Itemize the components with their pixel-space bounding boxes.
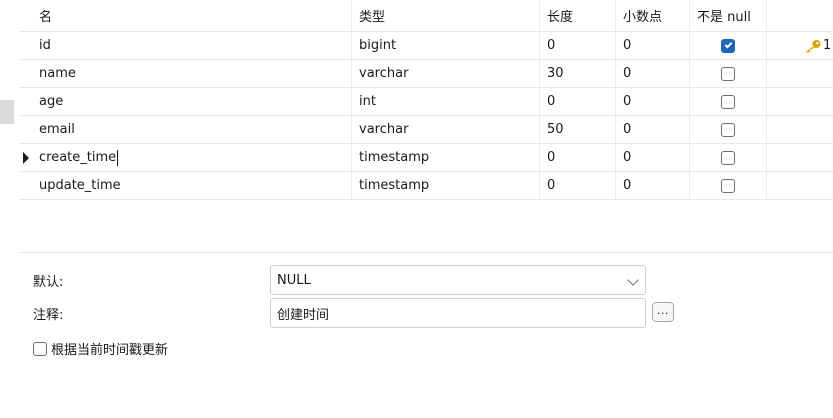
field-name-cell[interactable]: id bbox=[32, 32, 352, 59]
key-cell bbox=[767, 88, 833, 115]
field-type-cell[interactable]: varchar bbox=[352, 60, 540, 87]
field-type-cell[interactable]: timestamp bbox=[352, 144, 540, 171]
update-on-current-label[interactable]: 根据当前时间戳更新 bbox=[51, 339, 168, 358]
row-marker bbox=[20, 32, 32, 59]
field-type-cell[interactable]: varchar bbox=[352, 116, 540, 143]
not-null-checkbox[interactable] bbox=[721, 150, 735, 165]
field-decimals-cell[interactable]: 0 bbox=[616, 116, 690, 143]
field-type-cell[interactable]: timestamp bbox=[352, 172, 540, 199]
field-name-cell-editing[interactable]: create_time bbox=[32, 144, 352, 171]
row-marker bbox=[20, 88, 32, 115]
update-on-current-option[interactable]: 根据当前时间戳更新 bbox=[33, 339, 168, 358]
header-type[interactable]: 类型 bbox=[352, 0, 540, 31]
field-name-text[interactable]: create_time bbox=[39, 150, 116, 165]
default-value-text: NULL bbox=[277, 272, 311, 288]
row-marker bbox=[20, 144, 32, 171]
header-not-null[interactable]: 不是 null bbox=[690, 0, 767, 31]
primary-key-order: 1 bbox=[823, 38, 832, 53]
not-null-checkbox[interactable] bbox=[721, 66, 735, 81]
comment-input[interactable]: 创建时间 bbox=[270, 298, 646, 328]
field-length-cell[interactable]: 0 bbox=[540, 88, 616, 115]
table-row[interactable]: name varchar 30 0 bbox=[20, 60, 833, 88]
check-icon bbox=[724, 40, 732, 48]
field-decimals-cell[interactable]: 0 bbox=[616, 60, 690, 87]
key-cell bbox=[767, 144, 833, 171]
field-type-cell[interactable]: bigint bbox=[352, 32, 540, 59]
table-row[interactable]: age int 0 0 bbox=[20, 88, 833, 116]
field-name-cell[interactable]: email bbox=[32, 116, 352, 143]
not-null-checkbox[interactable] bbox=[721, 122, 735, 137]
field-length-cell[interactable]: 50 bbox=[540, 116, 616, 143]
header-name[interactable]: 名 bbox=[32, 0, 352, 31]
field-length-cell[interactable]: 0 bbox=[540, 32, 616, 59]
field-decimals-cell[interactable]: 0 bbox=[616, 144, 690, 171]
header-decimals[interactable]: 小数点 bbox=[616, 0, 690, 31]
comment-label: 注释: bbox=[33, 308, 64, 323]
comment-ellipsis-button[interactable]: ... bbox=[652, 302, 674, 322]
header-key bbox=[767, 0, 833, 31]
field-type-cell[interactable]: int bbox=[352, 88, 540, 115]
row-marker bbox=[20, 60, 32, 87]
default-label: 默认: bbox=[33, 275, 64, 290]
key-icon bbox=[806, 39, 821, 53]
table-row-current[interactable]: create_time timestamp 0 0 bbox=[20, 144, 833, 172]
not-null-checkbox[interactable] bbox=[721, 178, 735, 193]
row-pointer-icon bbox=[23, 151, 29, 164]
field-decimals-cell[interactable]: 0 bbox=[616, 88, 690, 115]
text-caret bbox=[117, 149, 119, 166]
field-length-cell[interactable]: 0 bbox=[540, 172, 616, 199]
gutter-tab[interactable] bbox=[0, 100, 14, 124]
not-null-cell bbox=[690, 88, 767, 115]
row-marker bbox=[20, 116, 32, 143]
key-cell bbox=[767, 60, 833, 87]
not-null-cell bbox=[690, 144, 767, 171]
not-null-cell bbox=[690, 116, 767, 143]
default-value-select[interactable]: NULL bbox=[270, 265, 646, 295]
update-on-current-checkbox[interactable] bbox=[33, 341, 47, 356]
field-properties-panel: 默认: NULL 注释: 创建时间 ... 根据当前时间戳更新 bbox=[0, 253, 833, 418]
not-null-cell bbox=[690, 172, 767, 199]
key-cell: 1 bbox=[767, 32, 833, 59]
table-row[interactable]: update_time timestamp 0 0 bbox=[20, 172, 833, 200]
key-cell bbox=[767, 116, 833, 143]
fields-grid: 名 类型 长度 小数点 不是 null id bigint 0 0 1 name… bbox=[20, 0, 833, 253]
field-decimals-cell[interactable]: 0 bbox=[616, 172, 690, 199]
row-marker bbox=[20, 172, 32, 199]
not-null-checkbox[interactable] bbox=[721, 38, 735, 53]
table-row[interactable]: email varchar 50 0 bbox=[20, 116, 833, 144]
grid-header: 名 类型 长度 小数点 不是 null bbox=[20, 0, 833, 32]
primary-key-indicator: 1 bbox=[804, 38, 831, 53]
field-length-cell[interactable]: 0 bbox=[540, 144, 616, 171]
field-name-cell[interactable]: name bbox=[32, 60, 352, 87]
not-null-cell bbox=[690, 60, 767, 87]
key-cell bbox=[767, 172, 833, 199]
not-null-checkbox[interactable] bbox=[721, 94, 735, 109]
table-design-view: 名 类型 长度 小数点 不是 null id bigint 0 0 1 name… bbox=[0, 0, 833, 418]
field-name-cell[interactable]: age bbox=[32, 88, 352, 115]
field-name-cell[interactable]: update_time bbox=[32, 172, 352, 199]
field-decimals-cell[interactable]: 0 bbox=[616, 32, 690, 59]
chevron-down-icon bbox=[627, 274, 639, 286]
field-length-cell[interactable]: 30 bbox=[540, 60, 616, 87]
header-length[interactable]: 长度 bbox=[540, 0, 616, 31]
not-null-cell bbox=[690, 32, 767, 59]
table-row[interactable]: id bigint 0 0 1 bbox=[20, 32, 833, 60]
